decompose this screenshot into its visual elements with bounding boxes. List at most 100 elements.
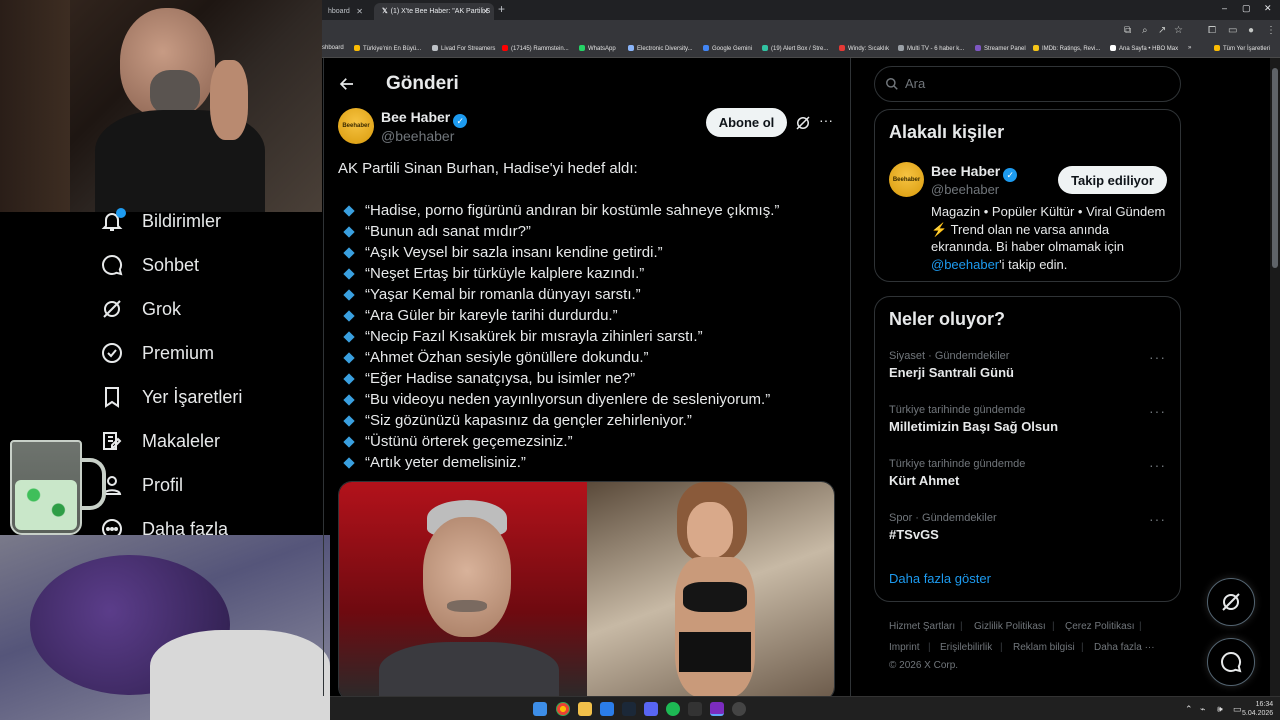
install-icon[interactable]: ⧉ [1124,25,1131,36]
post-media[interactable] [338,481,835,696]
bookmarks-overflow-icon[interactable]: » [1188,45,1191,51]
nav-item-profile[interactable]: Profil [100,463,183,507]
tray-chevron-icon[interactable]: ⌃ [1185,704,1193,715]
footer-link[interactable]: Imprint [889,642,920,653]
trend-more-icon[interactable]: ··· [1149,403,1166,419]
quote-line: “Bu videoyu neden yayınlıyorsun diyenler… [338,389,779,410]
post-author[interactable]: Bee Haber ✓ @beehaber [381,109,468,144]
nav-label-grok: Grok [142,298,182,319]
bookmark-item[interactable]: Google Gemini [703,45,752,52]
close-icon[interactable]: ✕ [356,3,363,20]
footer-link[interactable]: Daha fazla ··· [1094,642,1155,653]
bookmark-item[interactable]: Electronic Diversity... [628,45,693,52]
footer-link[interactable]: Çerez Politikası [1065,621,1134,632]
media-image-right[interactable] [586,482,834,696]
related-avatar[interactable]: Beehaber [889,162,924,197]
zoom-icon[interactable]: ⌕ [1142,25,1148,36]
clock[interactable]: 16:34 5.04.2026 [1242,700,1273,718]
scrollbar-thumb[interactable] [1272,68,1278,268]
search-box[interactable]: Ara [874,66,1181,102]
footer-link[interactable]: Hizmet Şartları [889,621,955,632]
bookmark-item[interactable]: (19) Alert Box / Stre... [762,45,828,52]
settings-gear-icon[interactable] [732,702,746,716]
bookmark-item[interactable]: WhatsApp [579,45,616,52]
chrome-icon[interactable] [556,702,570,716]
messages-fab-button[interactable] [1207,638,1255,686]
trends-card: Neler oluyor? Siyaset · Gündemdekiler En… [874,296,1181,602]
nav-item-chat[interactable]: Sohbet [100,243,199,287]
page-scrollbar[interactable] [1270,58,1280,696]
trend-more-icon[interactable]: ··· [1149,457,1166,473]
start-icon[interactable] [533,702,547,716]
network-icon[interactable]: ⌁ [1200,704,1205,715]
trend-item[interactable]: Türkiye tarihinde gündemde Kürt Ahmet [889,458,1169,488]
browser-tab-active[interactable]: 𝕏 (1) X'te Bee Haber: "AK Partili S ✕ [374,3,494,20]
trend-more-icon[interactable]: ··· [1149,511,1166,527]
subscribe-button[interactable]: Abone ol [706,108,787,137]
following-button[interactable]: Takip ediliyor [1058,166,1167,194]
edge-icon[interactable] [600,702,614,716]
post-text: AK Partili Sinan Burhan, Hadise'yi hedef… [338,158,779,473]
clock-time: 16:34 [1255,701,1274,708]
obs-icon[interactable] [710,702,724,716]
maximize-icon[interactable]: ▢ [1242,3,1251,14]
battery-icon[interactable]: ▭ [1233,704,1242,715]
discord-icon[interactable] [644,702,658,716]
search-input[interactable]: Ara [905,76,925,91]
footer-link[interactable]: Erişilebilirlik [940,642,992,653]
trend-more-icon[interactable]: ··· [1149,349,1166,365]
spotify-icon[interactable] [666,702,680,716]
window-close-icon[interactable]: ✕ [1264,3,1272,14]
bookmark-item[interactable]: Streamer Panel [975,45,1026,52]
nav-item-bookmarks[interactable]: Yer İşaretleri [100,375,242,419]
author-name: Bee Haber [381,109,451,125]
sidepanel-icon[interactable]: ▭ [1228,25,1237,36]
bookmark-item[interactable]: Türkiye'nin En Büyü... [354,45,421,52]
grok-fab-button[interactable] [1207,578,1255,626]
grok-icon[interactable] [794,114,812,132]
bio-mention-link[interactable]: @beehaber [931,257,999,272]
bookmark-item[interactable]: Multi TV - 6 haber k... [898,45,964,52]
bookmark-item[interactable]: Windy: Sıcaklık [839,45,889,52]
nav-item-grok[interactable]: Grok [100,287,181,331]
bookmark-item[interactable]: Ana Sayfa • HBO Max [1110,45,1178,52]
search-icon [886,78,898,90]
trend-item[interactable]: Spor · Gündemdekiler #TSvGS [889,512,1169,542]
volume-icon[interactable]: 🕪 [1217,704,1223,715]
footer-link[interactable]: Reklam bilgisi [1013,642,1075,653]
steam-icon[interactable] [622,702,636,716]
minimize-icon[interactable]: – [1222,3,1227,13]
share-icon[interactable]: ↗ [1158,25,1166,36]
browser-tab[interactable]: hboard ✕ [322,3,368,20]
trend-item[interactable]: Siyaset · Gündemdekiler Enerji Santrali … [889,350,1169,380]
bookmark-item[interactable]: Livad For Streamers [432,45,495,52]
bookmark-item[interactable]: Tüm Yer İşaretleri [1214,45,1270,52]
epic-icon[interactable] [688,702,702,716]
back-arrow-icon[interactable] [338,75,356,93]
bookmark-item[interactable]: shboard [322,45,344,51]
nav-item-articles[interactable]: Makaleler [100,419,220,463]
media-image-left[interactable] [339,482,587,696]
profile-avatar-icon[interactable]: ● [1248,25,1254,36]
footer-link[interactable]: Gizlilik Politikası [974,621,1046,632]
file-explorer-icon[interactable] [578,702,592,716]
new-tab-icon[interactable]: + [498,2,505,16]
diamond-bullet-icon [343,246,355,259]
more-options-icon[interactable]: ··· [819,112,833,128]
tab-label: (1) X'te Bee Haber: "AK Partili S [390,8,491,15]
related-user[interactable]: Bee Haber ✓ @beehaber [931,163,1018,197]
bookmark-item[interactable]: (17145) Rammstein... [502,45,569,52]
nav-item-notifications[interactable]: Bildirimler [100,199,221,243]
quote-line: “Hadise, porno figürünü andıran bir kost… [338,200,779,221]
show-more-link[interactable]: Daha fazla göster [889,571,991,586]
trend-item[interactable]: Türkiye tarihinde gündemde Milletimizin … [889,404,1169,434]
close-icon[interactable]: ✕ [482,3,489,20]
windows-taskbar: ⌃ ⌁ 🕪 ▭ 16:34 5.04.2026 [330,696,1280,720]
bookmark-item[interactable]: IMDb: Ratings, Revi... [1033,45,1100,52]
star-icon[interactable]: ☆ [1174,25,1183,36]
diamond-bullet-icon [343,225,355,238]
post-author-avatar[interactable]: Beehaber [338,108,374,144]
extensions-icon[interactable]: ⧠ [1208,25,1216,36]
menu-icon[interactable]: ⋮ [1266,25,1276,36]
nav-item-premium[interactable]: Premium [100,331,214,375]
